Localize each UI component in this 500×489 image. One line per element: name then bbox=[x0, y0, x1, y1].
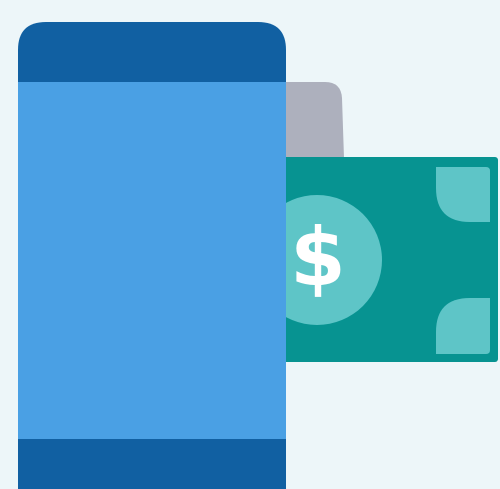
card-icon bbox=[284, 82, 344, 158]
phone-screen bbox=[18, 82, 286, 439]
dollar-symbol: $ bbox=[290, 211, 346, 304]
mobile-payment-illustration: $ bbox=[18, 22, 498, 489]
smartphone-icon bbox=[18, 22, 286, 489]
card-back bbox=[284, 82, 344, 158]
phone-bottom-bar bbox=[18, 439, 286, 489]
dollar-bill-icon: $ bbox=[252, 157, 498, 362]
phone-top-bar bbox=[18, 22, 286, 82]
